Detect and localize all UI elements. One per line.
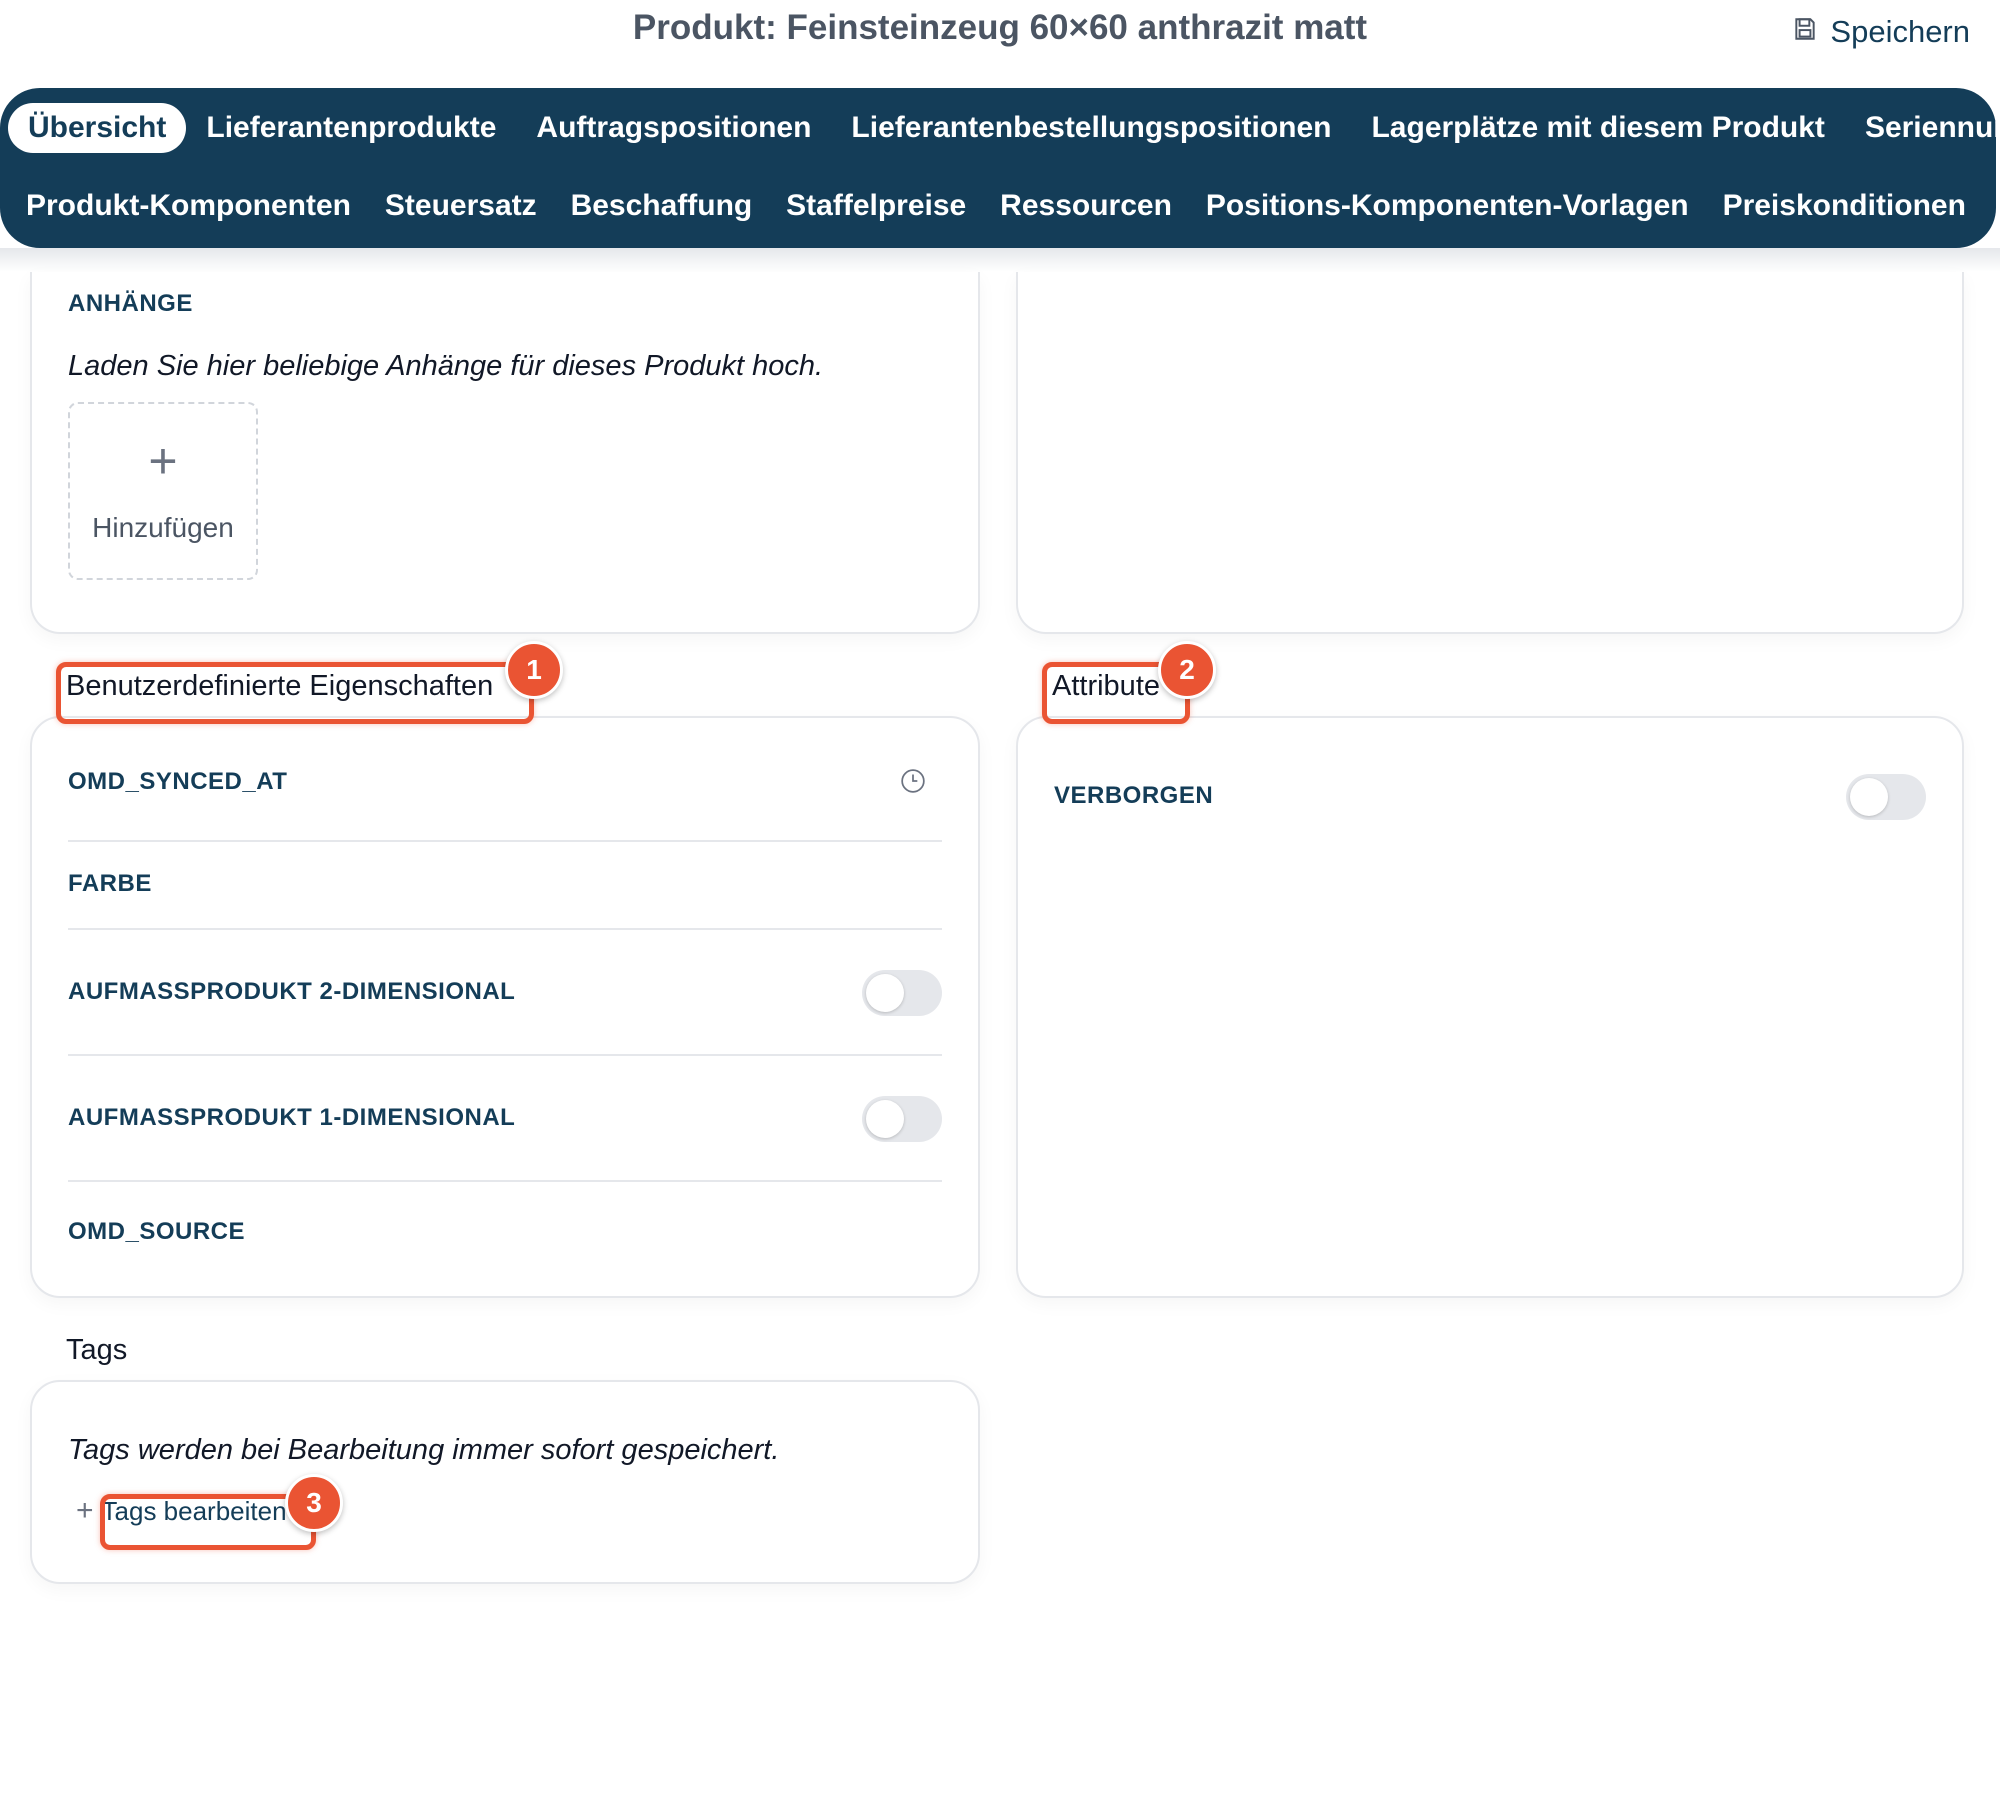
floppy-disk-icon <box>1792 14 1818 50</box>
tags-card: Tags werden bei Bearbeitung immer sofort… <box>30 1380 980 1584</box>
tab-lieferantenbestellungspositionen[interactable]: Lieferantenbestellungspositionen <box>831 103 1351 153</box>
annotation-badge-3: 3 <box>285 1474 343 1532</box>
attribute-label-verborgen: VERBORGEN <box>1054 782 1214 809</box>
plus-icon: + <box>76 1494 94 1527</box>
plus-icon: + <box>148 433 178 489</box>
page-title: Produkt: Feinsteinzeug 60×60 anthrazit m… <box>632 8 1368 47</box>
tags-hint: Tags werden bei Bearbeitung immer sofort… <box>68 1434 780 1466</box>
tab-row-2: Produkt-Komponenten Steuersatz Beschaffu… <box>0 176 1996 236</box>
add-attachment-button[interactable]: + Hinzufügen <box>68 402 258 580</box>
property-row-aufmass-2d: AUFMASSPRODUKT 2-DIMENSIONAL <box>68 930 942 1056</box>
property-row-omd-source: OMD_SOURCE <box>68 1182 942 1292</box>
tab-lieferantenprodukte[interactable]: Lieferantenprodukte <box>186 103 516 153</box>
annotation-badge-1: 1 <box>505 641 563 699</box>
property-label: AUFMASSPRODUKT 2-DIMENSIONAL <box>68 978 516 1005</box>
attachments-heading: ANHÄNGE <box>68 290 193 317</box>
tab-produkt-komponenten[interactable]: Produkt-Komponenten <box>26 181 351 231</box>
property-label: OMD_SOURCE <box>68 1218 246 1245</box>
tab-beschaffung[interactable]: Beschaffung <box>571 181 753 231</box>
attachments-card: ANHÄNGE Laden Sie hier beliebige Anhänge… <box>30 272 980 634</box>
custom-properties-card: OMD_SYNCED_AT FARBE AUFMASSPRODUKT 2-DIM… <box>30 716 980 1298</box>
property-row-farbe: FARBE <box>68 842 942 930</box>
tab-navigation: Übersicht Lieferantenprodukte Auftragspo… <box>0 88 2000 248</box>
add-attachment-label: Hinzufügen <box>92 512 234 543</box>
tab-staffelpreise[interactable]: Staffelpreise <box>786 181 966 231</box>
verborgen-toggle[interactable] <box>1846 774 1926 820</box>
right-top-card <box>1016 272 1964 634</box>
property-label: OMD_SYNCED_AT <box>68 768 288 795</box>
save-button-label: Speichern <box>1830 14 1970 49</box>
tab-auftragspositionen[interactable]: Auftragspositionen <box>516 103 831 153</box>
clock-icon[interactable] <box>900 768 926 794</box>
save-button[interactable]: Speichern <box>1792 14 1970 50</box>
property-label: FARBE <box>68 870 152 897</box>
tab-positions-komponenten-vorlagen[interactable]: Positions-Komponenten-Vorlagen <box>1206 181 1689 231</box>
tab-preiskonditionen[interactable]: Preiskonditionen <box>1723 181 1966 231</box>
tags-title: Tags <box>66 1334 128 1366</box>
property-row-omd-synced-at: OMD_SYNCED_AT <box>68 718 942 842</box>
aufmass-2d-toggle[interactable] <box>862 970 942 1016</box>
property-row-aufmass-1d: AUFMASSPRODUKT 1-DIMENSIONAL <box>68 1056 942 1182</box>
annotation-badge-2: 2 <box>1158 641 1216 699</box>
tab-ressourcen[interactable]: Ressourcen <box>1000 181 1172 231</box>
tab-uebersicht[interactable]: Übersicht <box>8 103 187 153</box>
tab-steuersatz[interactable]: Steuersatz <box>385 181 537 231</box>
tab-row-1: Übersicht Lieferantenprodukte Auftragspo… <box>0 98 2000 158</box>
nav-shadow <box>0 248 2000 272</box>
tab-lagerplaetze[interactable]: Lagerplätze mit diesem Produkt <box>1351 103 1844 153</box>
highlight-edit-tags <box>100 1494 316 1550</box>
attributes-card: VERBORGEN <box>1016 716 1964 1298</box>
attachments-hint: Laden Sie hier beliebige Anhänge für die… <box>68 350 824 382</box>
header-bar: Produkt: Feinsteinzeug 60×60 anthrazit m… <box>0 0 2000 80</box>
tab-seriennummern[interactable]: Seriennummern <box>1845 103 2000 153</box>
highlight-custom-properties <box>56 662 534 724</box>
property-label: AUFMASSPRODUKT 1-DIMENSIONAL <box>68 1104 516 1131</box>
aufmass-1d-toggle[interactable] <box>862 1096 942 1142</box>
